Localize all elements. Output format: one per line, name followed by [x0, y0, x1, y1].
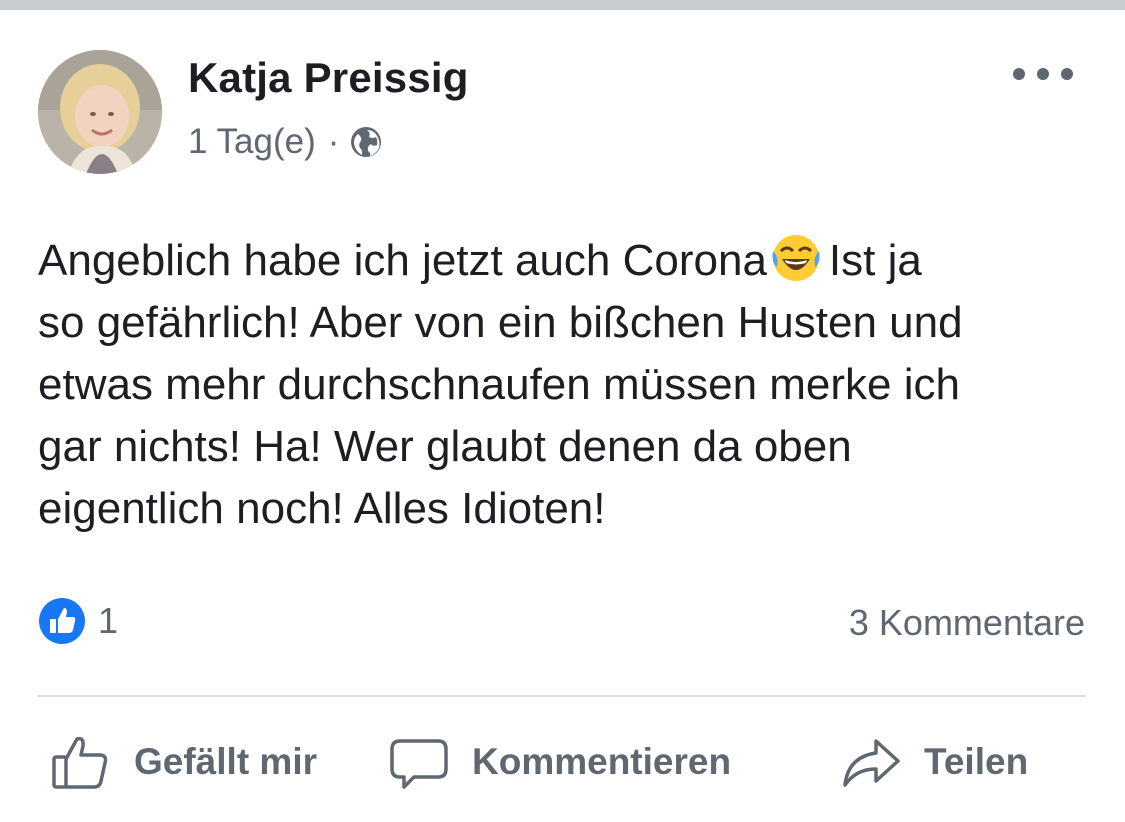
face-with-tears-of-joy-emoji [771, 233, 821, 283]
post-text: Angeblich habe ich jetzt auch Corona Ist… [38, 230, 1098, 540]
post-timestamp[interactable]: 1 Tag(e) [188, 122, 316, 162]
like-button[interactable]: Gefällt mir [50, 722, 317, 802]
share-button[interactable]: Teilen [840, 722, 1028, 802]
divider [38, 695, 1086, 697]
post-text-line: Angeblich habe ich jetzt auch Corona Ist… [38, 230, 1098, 292]
speech-bubble-icon [390, 739, 448, 789]
avatar[interactable] [38, 50, 162, 174]
share-label: Teilen [924, 741, 1029, 782]
like-reaction-icon [39, 598, 85, 644]
like-count: 1 [98, 600, 119, 641]
comment-label: Kommentieren [472, 741, 732, 782]
more-options-icon[interactable] [1013, 62, 1073, 86]
post-text-line: so gefährlich! Aber von ein bißchen Hust… [38, 298, 963, 347]
post-text-line: eigentlich noch! Alles Idioten! [38, 484, 606, 533]
top-separator-bar [0, 0, 1125, 10]
author-name[interactable]: Katja Preissig [188, 54, 469, 102]
globe-icon [349, 125, 383, 159]
comment-button[interactable]: Kommentieren [388, 722, 731, 802]
share-arrow-icon [843, 739, 900, 787]
post-actions: Gefällt mir Kommentieren Teilen [0, 722, 1125, 802]
facebook-post: Katja Preissig 1 Tag(e) · Angeblich habe… [0, 10, 1125, 822]
thumbs-up-icon [52, 736, 108, 789]
reactions-summary[interactable]: 1 [38, 597, 118, 645]
post-meta: 1 Tag(e) · [188, 122, 383, 162]
post-text-line: gar nichts! Ha! Wer glaubt denen da oben [38, 422, 852, 471]
post-text-line: etwas mehr durchschnaufen müssen merke i… [38, 360, 960, 409]
like-label: Gefällt mir [134, 741, 317, 782]
comments-count[interactable]: 3 Kommentare [849, 602, 1085, 644]
meta-separator: · [327, 122, 340, 161]
